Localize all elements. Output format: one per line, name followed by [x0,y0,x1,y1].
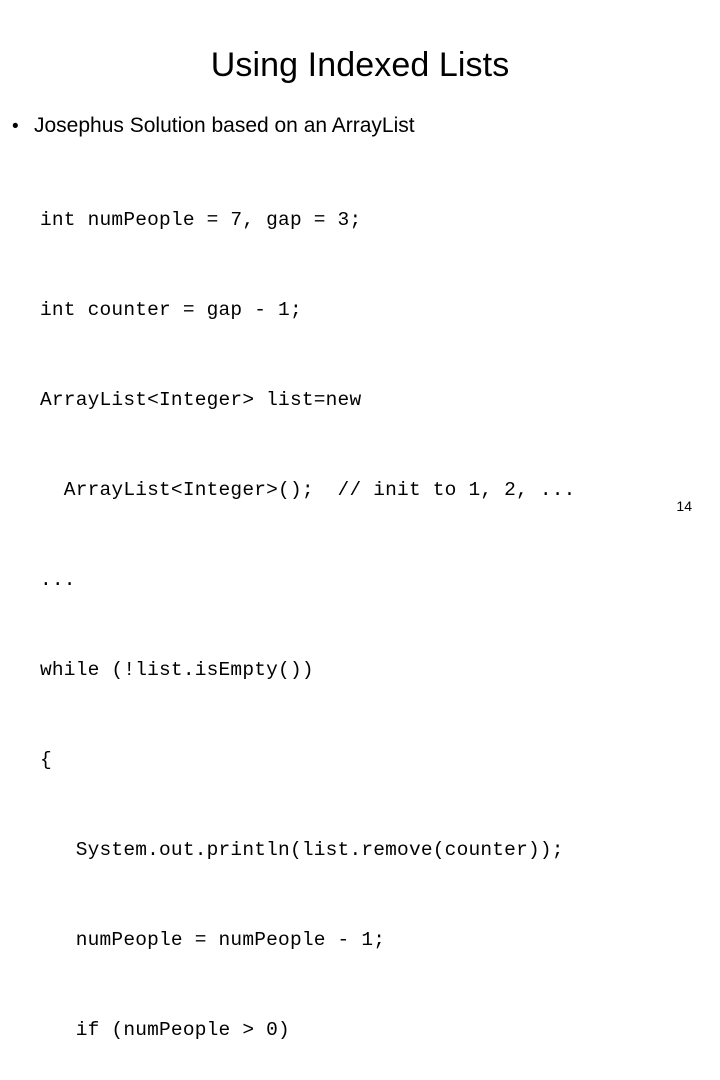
bullet-marker-icon: • [12,116,19,137]
code-line: if (numPeople > 0) [40,1019,290,1041]
code-line: ... [40,569,76,591]
bullet-item-label: Josephus Solution based on an ArrayList [34,114,415,137]
code-line: int counter = gap - 1; [40,299,302,321]
code-line: ArrayList<Integer>(); // init to 1, 2, .… [40,479,576,501]
code-line: while (!list.isEmpty()) [40,659,314,681]
page-title: Using Indexed Lists [210,46,510,84]
code-line: numPeople = numPeople - 1; [40,929,386,951]
code-line: ArrayList<Integer> list=new [40,389,362,411]
code-line: System.out.println(list.remove(counter))… [40,839,564,861]
code-line: int numPeople = 7, gap = 3; [40,209,362,231]
slide: Using Indexed Lists • Josephus Solution … [0,0,720,1041]
slide-body: • Josephus Solution based on an ArrayLis… [0,112,720,1080]
code-line: { [40,749,52,771]
code-block: int numPeople = 7, gap = 3; int counter … [0,145,720,1080]
page-number: 14 [676,498,692,514]
bullet-item: • Josephus Solution based on an ArrayLis… [0,112,720,141]
